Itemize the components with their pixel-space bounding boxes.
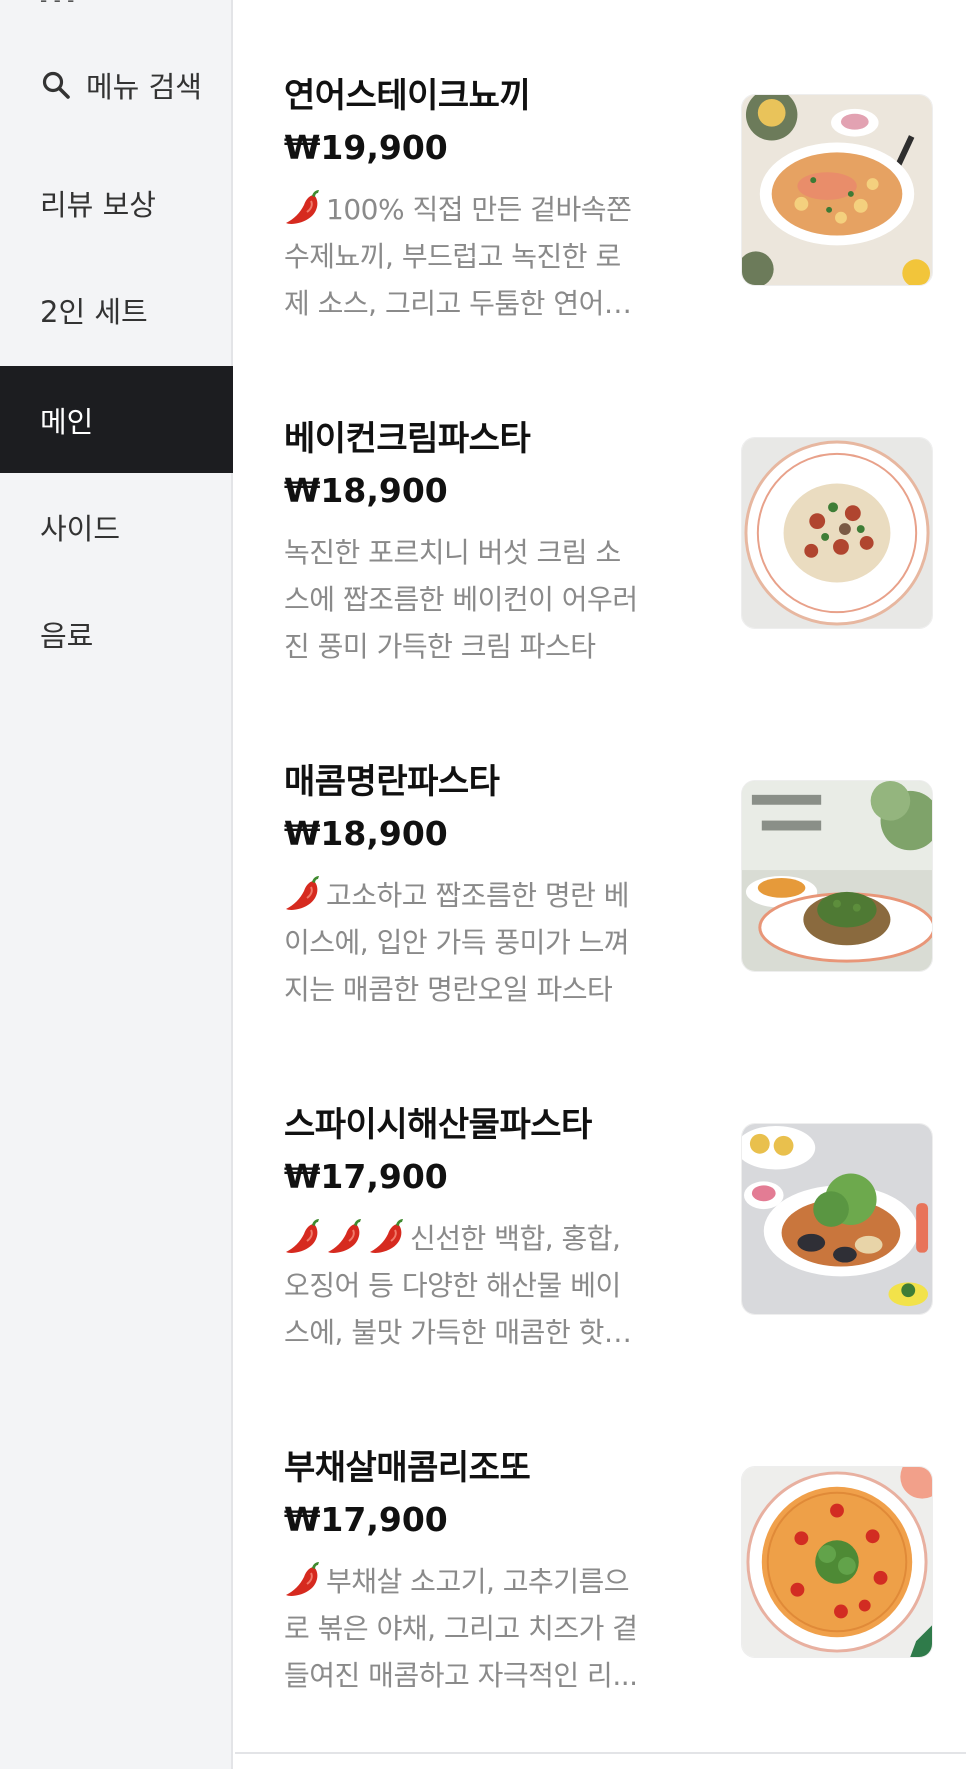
sidebar-top-fragment: - - - xyxy=(40,0,75,12)
spicy-myeongran-pasta-photo[interactable] xyxy=(741,780,933,972)
menu-item-price: ₩18,900 xyxy=(284,471,448,510)
menu-item[interactable]: 부채살매콤리조또 ₩17,900 부채살 소고기, 고추기름으로 볶은 야채, … xyxy=(235,1372,966,1715)
menu-item-description-text: 부채살 소고기, 고추기름으로 볶은 야채, 그리고 치즈가 곁들여진 매콤하고… xyxy=(284,1565,638,1692)
chili-pepper-icon xyxy=(328,1219,361,1253)
menu-item[interactable]: 스파이시해산물파스타 ₩17,900 신선한 백합, 홍합, 오징어 등 다양한… xyxy=(235,1029,966,1372)
menu-item-price: ₩18,900 xyxy=(284,814,448,853)
sidebar-item-side[interactable]: 사이드 xyxy=(0,473,233,580)
menu-item-description-text: 100% 직접 만든 겉바속쫀 수제뇨끼, 부드럽고 녹진한 로제 소스, 그리… xyxy=(284,193,632,320)
spicy-indicator xyxy=(284,190,326,226)
sidebar-item-label: 메인 xyxy=(40,404,94,439)
menu-item-description: 신선한 백합, 홍합, 오징어 등 다양한 해산물 베이스에, 불맛 가득한 매… xyxy=(284,1215,644,1356)
spicy-indicator xyxy=(284,876,326,912)
chili-pepper-icon xyxy=(286,1562,319,1596)
menu-list: 연어스테이크뇨끼 ₩19,900 100% 직접 만든 겉바속쫀 수제뇨끼, 부… xyxy=(235,0,966,1769)
sidebar-item-label: 리뷰 보상 xyxy=(40,187,156,222)
menu-item-description-text: 고소하고 짭조름한 명란 베이스에, 입안 가득 풍미가 느껴지는 매콤한 명란… xyxy=(284,879,630,1006)
sidebar-item-review-reward[interactable]: 리뷰 보상 xyxy=(0,149,233,256)
menu-item-name: 연어스테이크뇨끼 xyxy=(284,76,531,116)
spicy-seafood-pasta-photo[interactable] xyxy=(741,1123,933,1315)
chili-pepper-icon xyxy=(286,876,319,910)
menu-item[interactable]: 매콤명란파스타 ₩18,900 고소하고 짭조름한 명란 베이스에, 입안 가득… xyxy=(235,686,966,1029)
sidebar-item-label: 메뉴 검색 xyxy=(86,69,202,104)
sidebar-item-label: 사이드 xyxy=(40,511,121,546)
sidebar-item-search[interactable]: 메뉴 검색 xyxy=(0,31,233,138)
menu-item-description: 녹진한 포르치니 버섯 크림 소스에 짭조름한 베이컨이 어우러진 풍미 가득한… xyxy=(284,529,644,670)
menu-item-description-text: 녹진한 포르치니 버섯 크림 소스에 짭조름한 베이컨이 어우러진 풍미 가득한… xyxy=(284,536,638,663)
menu-item-name: 매콤명란파스타 xyxy=(284,762,500,802)
menu-item-price: ₩17,900 xyxy=(284,1157,448,1196)
chili-pepper-icon xyxy=(370,1219,403,1253)
beef-spicy-risotto-photo[interactable] xyxy=(741,1466,933,1658)
menu-item-description: 부채살 소고기, 고추기름으로 볶은 야채, 그리고 치즈가 곁들여진 매콤하고… xyxy=(284,1558,644,1699)
chili-pepper-icon xyxy=(286,1219,319,1253)
food-photo-image xyxy=(742,1467,932,1657)
spicy-indicator xyxy=(284,1562,326,1598)
sidebar-item-label: 음료 xyxy=(40,618,94,653)
food-photo-image xyxy=(742,781,932,971)
spicy-indicator xyxy=(284,1219,410,1255)
sidebar-item-drinks[interactable]: 음료 xyxy=(0,580,233,687)
sidebar-item-main[interactable]: 메인 xyxy=(0,366,233,473)
food-photo-image xyxy=(742,95,932,285)
food-photo-image xyxy=(742,438,932,628)
food-photo-image xyxy=(742,1124,932,1314)
bacon-cream-pasta-photo[interactable] xyxy=(741,437,933,629)
menu-item-price: ₩19,900 xyxy=(284,128,448,167)
category-sidebar: - - - 메뉴 검색 리뷰 보상 2인 세트 메인 사이드 음료 xyxy=(0,0,233,1769)
menu-item-price: ₩17,900 xyxy=(284,1500,448,1539)
search-icon xyxy=(42,71,70,99)
menu-item-description: 고소하고 짭조름한 명란 베이스에, 입안 가득 풍미가 느껴지는 매콤한 명란… xyxy=(284,872,644,1013)
menu-item[interactable]: 연어스테이크뇨끼 ₩19,900 100% 직접 만든 겉바속쫀 수제뇨끼, 부… xyxy=(235,0,966,343)
sidebar-item-label: 2인 세트 xyxy=(40,294,148,329)
menu-item[interactable]: 베이컨크림파스타 ₩18,900 녹진한 포르치니 버섯 크림 소스에 짭조름한… xyxy=(235,343,966,686)
menu-item-name: 스파이시해산물파스타 xyxy=(284,1105,592,1145)
menu-item-description: 100% 직접 만든 겉바속쫀 수제뇨끼, 부드럽고 녹진한 로제 소스, 그리… xyxy=(284,186,644,327)
list-bottom-divider xyxy=(235,1752,966,1754)
chili-pepper-icon xyxy=(286,190,319,224)
menu-item-name: 베이컨크림파스타 xyxy=(284,419,531,459)
menu-item-name: 부채살매콤리조또 xyxy=(284,1448,531,1488)
sidebar-item-set-for-two[interactable]: 2인 세트 xyxy=(0,256,233,363)
salmon-gnocchi-photo[interactable] xyxy=(741,94,933,286)
